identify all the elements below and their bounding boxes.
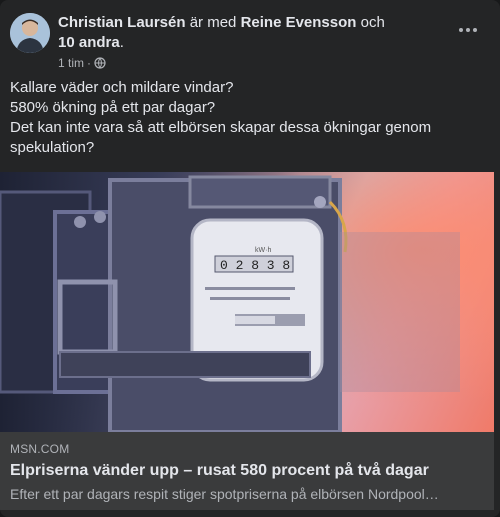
dot bbox=[466, 28, 470, 32]
author-name[interactable]: Christian Laursén bbox=[58, 14, 186, 31]
electricity-meter-photo: 0 2 8 3 8 kW·h bbox=[0, 172, 494, 432]
post-time[interactable]: 1 tim bbox=[58, 56, 84, 70]
tagged-person[interactable]: Reine Evensson bbox=[241, 14, 357, 31]
meta-separator: · bbox=[87, 56, 92, 70]
meter-top-label: kW·h bbox=[255, 247, 271, 254]
avatar-image bbox=[10, 13, 50, 53]
post-text-line: Kallare väder och mildare vindar? bbox=[10, 79, 234, 96]
link-title[interactable]: Elpriserna vänder upp – rusat 580 procen… bbox=[10, 462, 484, 480]
link-preview-image[interactable]: 0 2 8 3 8 kW·h bbox=[0, 172, 494, 432]
globe-icon[interactable] bbox=[94, 57, 106, 69]
dot bbox=[473, 28, 477, 32]
link-preview-footer[interactable]: MSN.COM Elpriserna vänder upp – rusat 58… bbox=[0, 432, 494, 510]
post-header: Christian Laursén är med Reine Evensson … bbox=[10, 10, 490, 70]
post-text-line: 580% ökning på ett par dagar? bbox=[10, 99, 216, 116]
post-card: Christian Laursén är med Reine Evensson … bbox=[0, 0, 500, 517]
dot bbox=[459, 28, 463, 32]
meter-reading: 0 2 8 3 8 bbox=[220, 258, 290, 273]
link-domain: MSN.COM bbox=[10, 442, 70, 456]
link-description: Efter ett par dagars respit stiger spotp… bbox=[10, 486, 439, 502]
post-text: Kallare väder och mildare vindar? 580% ö… bbox=[10, 78, 480, 158]
more-options-icon[interactable] bbox=[456, 22, 480, 38]
author-avatar[interactable] bbox=[10, 13, 50, 53]
trailing-dot: . bbox=[119, 34, 124, 51]
author-line: Christian Laursén är med Reine Evensson … bbox=[58, 13, 418, 53]
post-text-line: Det kan inte vara så att elbörsen skapar… bbox=[10, 119, 432, 156]
with-text: är med bbox=[189, 14, 237, 31]
others-link[interactable]: 10 andra bbox=[58, 34, 120, 51]
post-meta: 1 tim · bbox=[58, 56, 106, 70]
and-text: och bbox=[360, 14, 385, 31]
